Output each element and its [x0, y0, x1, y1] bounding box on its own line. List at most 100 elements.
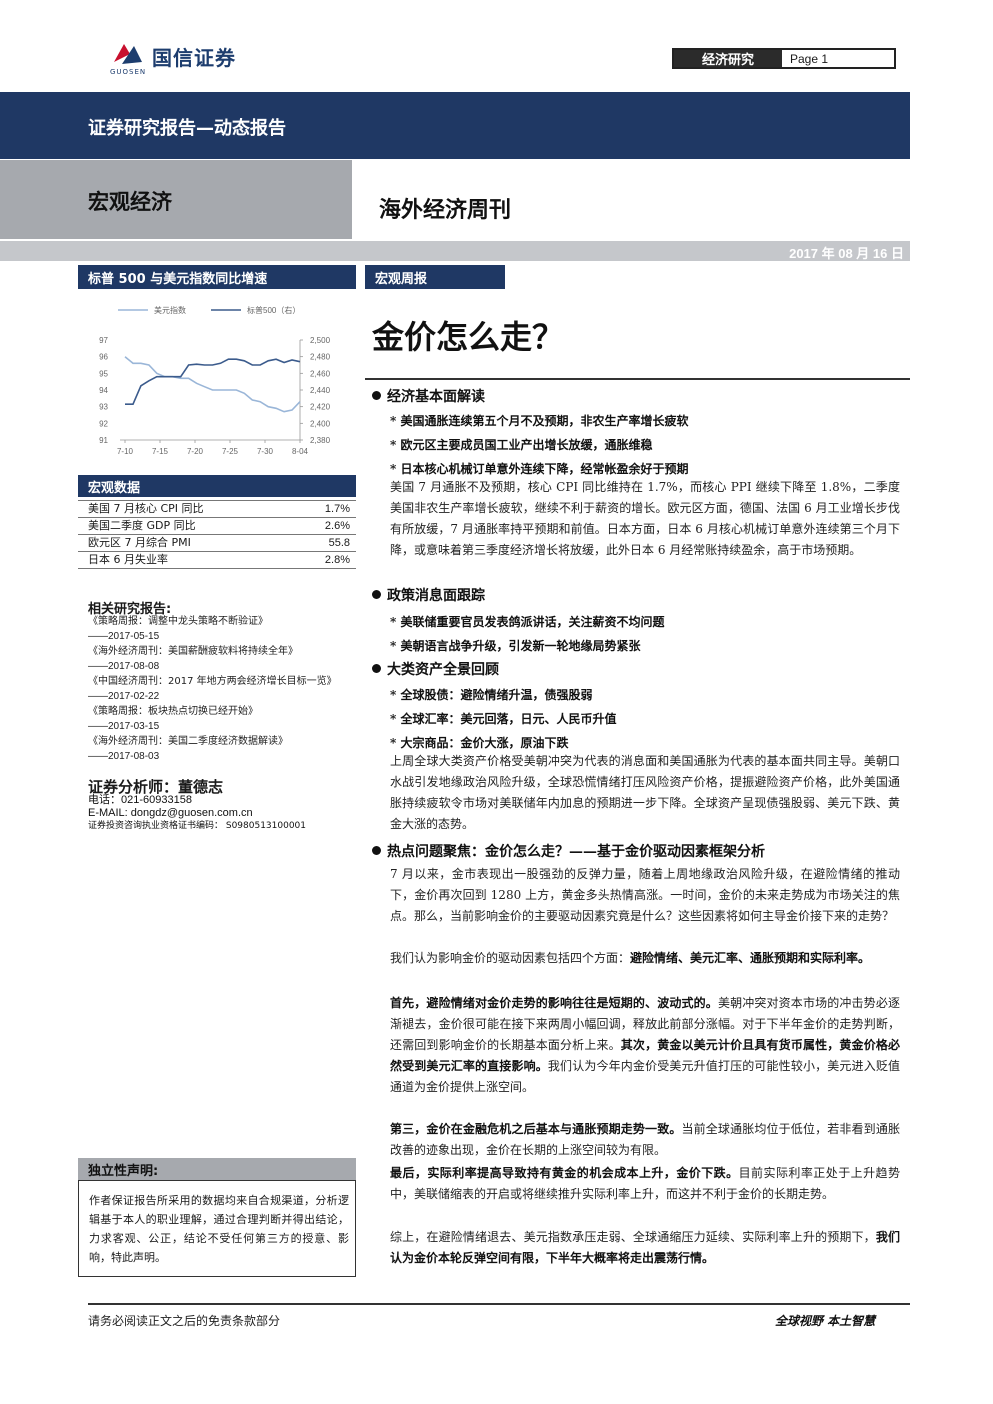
macro-row: 日本 6 月失业率 2.8%	[78, 552, 356, 569]
macro-value: 55.8	[328, 537, 350, 549]
y-left-tick-label: 94	[99, 386, 108, 395]
x-tick-label: 7-10	[117, 447, 134, 456]
y-left-tick-label: 97	[99, 336, 108, 345]
section-heading-assets: 大类资产全景回顾	[372, 659, 499, 679]
focus-paragraph-4: 第三，金价在金融危机之后基本与通胀预期走势一致。当前全球通胀均位于低位，若非看到…	[390, 1122, 900, 1157]
y-right-tick-label: 2,440	[310, 386, 331, 395]
y-left-tick-label: 95	[99, 369, 108, 378]
related-report-date: ——2017-02-22	[88, 691, 160, 702]
independence-title: 独立性声明:	[78, 1158, 356, 1180]
banner-title: 证券研究报告—动态报告	[88, 118, 286, 139]
y-left-tick-label: 96	[99, 353, 108, 362]
category-title: 宏观经济	[88, 190, 172, 214]
report-date: 2017 年 08 月 16 日	[789, 246, 904, 261]
analyst-phone: 电话：021-60933158	[88, 794, 192, 806]
sp500-usd-chart: 91 92 93 94 95 96 97 2,380 2,400 2,420 2,440 2,460 2…	[99, 305, 331, 456]
date-bar: 2017 年 08 月 16 日	[0, 241, 910, 261]
periodical-title: 海外经济周刊	[379, 197, 512, 223]
related-report-date: ——2017-03-15	[88, 721, 160, 732]
macro-value: 2.6%	[324, 520, 350, 532]
x-tick-label: 7-25	[222, 447, 239, 456]
related-report-title: 《中国经济周刊：2017 年地方两会经济增长目标一览》	[88, 676, 337, 687]
policy-bullet: * 美朝语言战争升级，引发新一轮地缘局势紧张	[390, 639, 641, 653]
focus-paragraph-3: 首先，避险情绪对金价走势的影响往往是短期的、波动式的。美朝冲突对资本市场的冲击势…	[390, 996, 900, 1094]
bullet-dot-icon	[372, 590, 381, 599]
macro-label: 美国 7 月核心 CPI 同比	[88, 502, 204, 515]
y-right-tick-label: 2,460	[310, 369, 331, 378]
section-heading-fundamentals: 经济基本面解读	[372, 386, 485, 406]
section-heading-focus: 热点问题聚焦：金价怎么走？——基于金价驱动因素框架分析	[372, 841, 765, 861]
y-left-tick-label: 93	[99, 403, 108, 412]
legend-label: 美元指数	[154, 305, 186, 315]
assets-bullet: * 全球汇率：美元回落，日元、人民币升值	[390, 712, 617, 726]
periodical-band: 海外经济周刊	[353, 160, 910, 239]
analyst-email: E-MAIL: dongdz@guosen.com.cn	[88, 807, 253, 819]
fundamentals-bullet: * 欧元区主要成员国工业产出增长放缓，通胀维稳	[390, 438, 653, 452]
x-tick-label: 8-04	[292, 447, 309, 456]
macro-data-table: 美国 7 月核心 CPI 同比 1.7% 美国二季度 GDP 同比 2.6% 欧元区 7…	[78, 500, 356, 569]
focus-paragraph-5: 最后，实际利率提高导致持有黄金的机会成本上升，金价下跌。目前实际利率正处于上升趋…	[390, 1166, 900, 1201]
fundamentals-bullet: * 日本核心机械订单意外连续下降，经常帐盈余好于预期	[390, 462, 689, 476]
weekly-tag: 宏观周报	[365, 265, 505, 289]
report-tag-box: 经济研究 Page 1	[672, 48, 896, 69]
y-right-tick-label: 2,380	[310, 436, 331, 445]
independence-statement: 作者保证报告所采用的数据均来自合规渠道，分析逻辑基于本人的职业理解，通过合理判断…	[78, 1180, 356, 1277]
y-right-tick-label: 2,500	[310, 336, 331, 345]
related-report-title: 《策略周报：板块热点切换已经开始》	[88, 706, 258, 717]
related-reports-list: 《策略周报：调整中龙头策略不断验证》 ——2017-05-15 《海外经济周刊：美国…	[88, 614, 350, 764]
assets-bullet: * 大宗商品：金价大涨，原油下跌	[390, 736, 569, 750]
page-label: Page	[790, 51, 819, 66]
bullet-dot-icon	[372, 391, 381, 400]
macro-value: 2.8%	[324, 554, 350, 566]
footer-divider	[88, 1303, 910, 1305]
report-type-tag: 经济研究	[674, 50, 782, 68]
page-indicator: Page 1	[782, 50, 894, 67]
macro-section-title: 宏观数据	[78, 475, 356, 497]
x-tick-label: 7-20	[187, 447, 204, 456]
brand-name: 国信证券	[152, 46, 236, 70]
y-right-tick-label: 2,480	[310, 353, 331, 362]
article-title: 金价怎么走？	[372, 318, 565, 356]
y-right-tick-label: 2,400	[310, 419, 331, 428]
category-band: 宏观经济	[0, 160, 352, 239]
related-report-title: 《海外经济周刊：美国薪酬疲软料将持续全年》	[88, 646, 298, 657]
macro-row: 美国二季度 GDP 同比 2.6%	[78, 518, 356, 535]
brand-sub: GUOSEN	[110, 68, 147, 76]
macro-label: 美国二季度 GDP 同比	[88, 519, 196, 532]
focus-paragraph-1: 7 月以来，金市表现出一股强劲的反弹力量，随着上周地缘政治风险升级，在避险情绪的…	[390, 867, 900, 923]
focus-conclusion: 综上，在避险情绪退去、美元指数承压走弱、全球通缩压力延续、实际利率上升的预期下，…	[390, 1230, 900, 1265]
legend-label: 标普500（右）	[247, 305, 300, 315]
y-left-tick-label: 92	[99, 419, 108, 428]
related-report-title: 《策略周报：调整中龙头策略不断验证》	[88, 616, 268, 627]
macro-value: 1.7%	[324, 503, 350, 515]
y-left-tick-label: 91	[99, 436, 108, 445]
macro-row: 欧元区 7 月综合 PMI 55.8	[78, 535, 356, 552]
macro-label: 日本 6 月失业率	[88, 553, 168, 566]
macro-row: 美国 7 月核心 CPI 同比 1.7%	[78, 500, 356, 518]
related-report-date: ——2017-08-08	[88, 661, 160, 672]
report-banner: 证券研究报告—动态报告	[0, 92, 910, 159]
related-report-title: 《海外经济周刊：美国二季度经济数据解读》	[88, 736, 288, 747]
assets-bullet: * 全球股债：避险情绪升温，债强股弱	[390, 688, 593, 702]
chart-section-title: 标普 500 与美元指数同比增速	[78, 265, 356, 289]
bullet-dot-icon	[372, 664, 381, 673]
section-heading-policy: 政策消息面跟踪	[372, 585, 485, 605]
slogan: 全球视野 本土智慧	[775, 1314, 876, 1328]
related-report-date: ——2017-05-15	[88, 631, 160, 642]
sp500-line	[125, 358, 301, 405]
assets-paragraph: 上周全球大类资产价格受美朝冲突为代表的消息面和美国通胀为代表的基本面共同主导。美…	[390, 754, 900, 831]
related-report-date: ——2017-08-03	[88, 751, 160, 762]
focus-paragraph-2: 我们认为影响金价的驱动因素包括四个方面：避险情绪、美元汇率、通胀预期和实际利率。	[390, 951, 871, 965]
title-divider	[365, 378, 910, 380]
x-tick-label: 7-30	[257, 447, 274, 456]
analyst-info: 电话：021-60933158 E-MAIL: dongdz@guosen.co…	[88, 794, 306, 833]
page-number: 1	[821, 51, 829, 66]
fundamentals-paragraph: 美国 7 月通胀不及预期，核心 CPI 同比维持在 1.7%，而核心 PPI 继…	[390, 480, 900, 557]
analyst-license: 证券投资咨询执业资格证书编码： S0980513100001	[88, 821, 307, 831]
bullet-dot-icon	[372, 846, 381, 855]
y-right-tick-label: 2,420	[310, 403, 331, 412]
fundamentals-bullet: * 美国通胀连续第五个月不及预期，非农生产率增长疲软	[390, 414, 689, 428]
x-tick-label: 7-15	[152, 447, 169, 456]
disclaimer-note: 请务必阅读正文之后的免责条款部分	[88, 1314, 281, 1328]
policy-bullet: * 美联储重要官员发表鸽派讲话，关注薪资不均问题	[390, 615, 665, 629]
